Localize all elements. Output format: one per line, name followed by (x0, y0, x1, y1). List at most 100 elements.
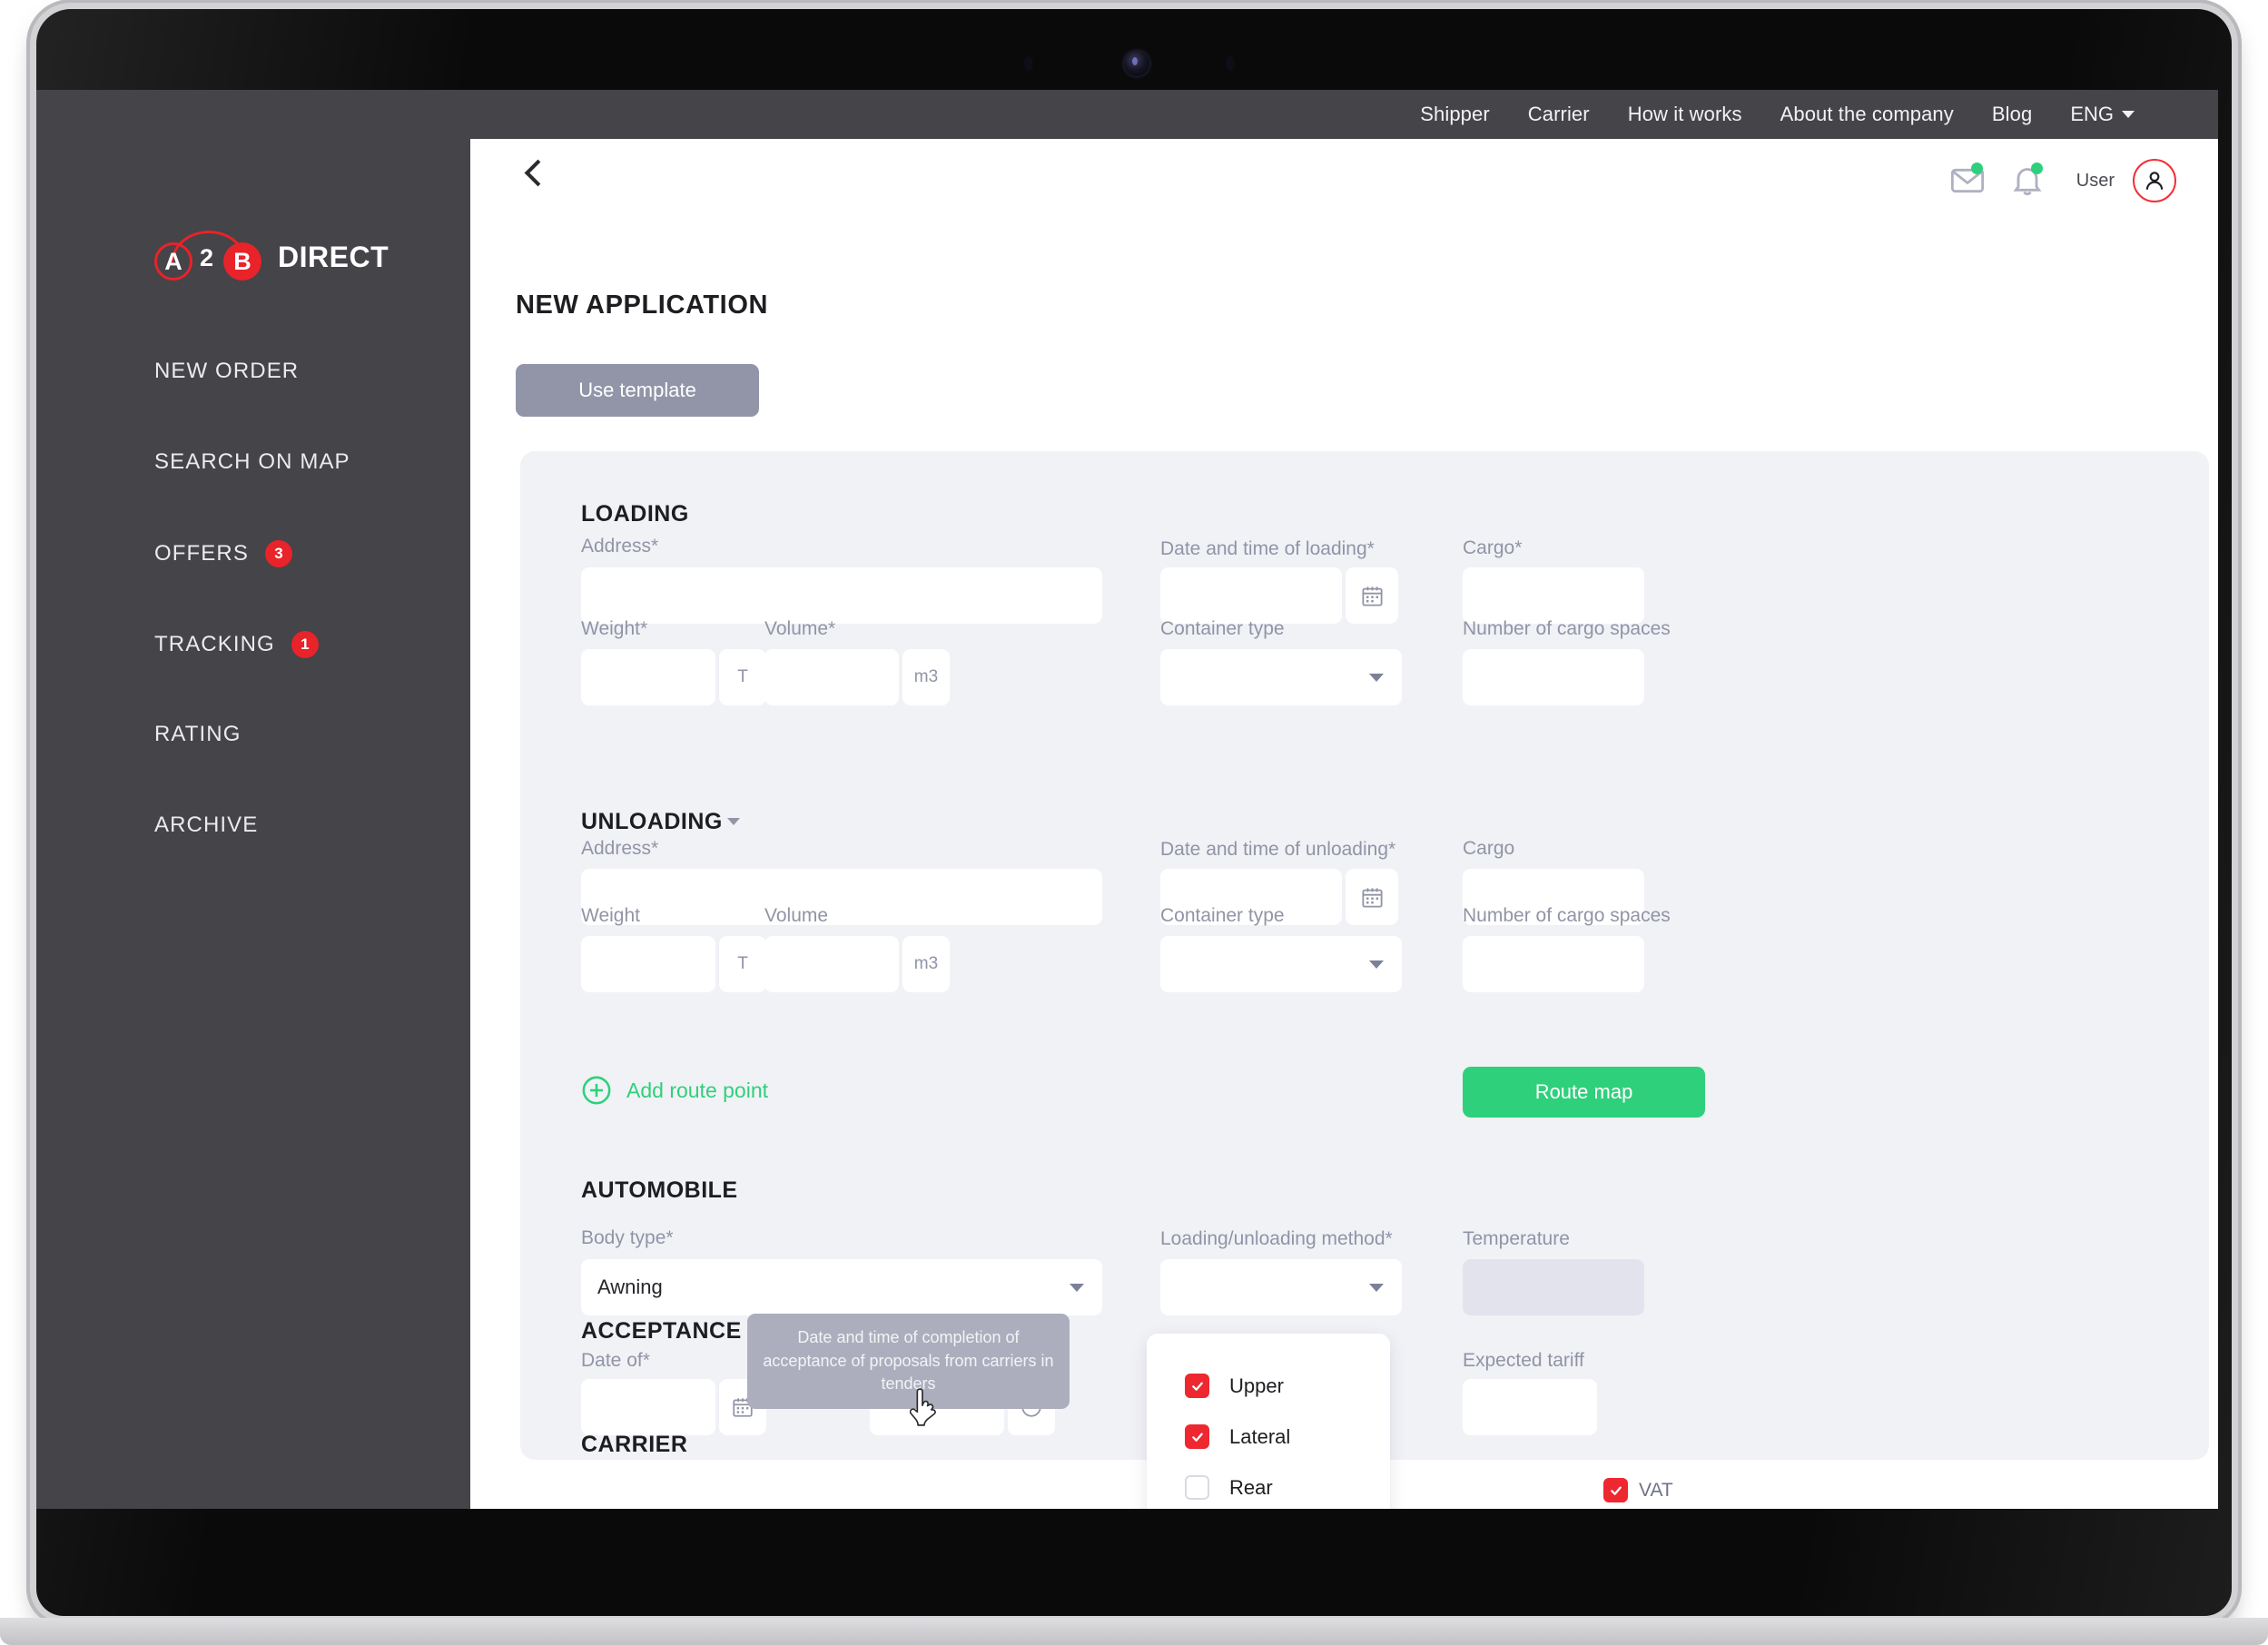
unit-unloading-weight: T (719, 936, 766, 992)
input-loading-volume[interactable] (764, 649, 899, 705)
back-arrow-icon[interactable] (518, 159, 548, 190)
chevron-down-icon (1369, 674, 1384, 682)
checkbox-label-vat: VAT (1639, 1480, 1673, 1502)
input-loading-weight[interactable] (581, 649, 715, 705)
topnav-link-carrier[interactable]: Carrier (1528, 103, 1590, 126)
sidebar: A 2 B DIRECT NEW ORDER SEARCH ON MAP OFF… (36, 90, 470, 1509)
input-loading-address[interactable] (581, 567, 1102, 624)
label-unloading-cargo-spaces: Number of cargo spaces (1463, 905, 1671, 927)
input-unloading-address[interactable] (581, 869, 1102, 925)
unit-loading-volume: m3 (902, 649, 950, 705)
application-form-card: LOADING Address* Date and time of loadin… (520, 451, 2209, 1460)
section-title-unloading-text: UNLOADING (581, 809, 723, 834)
checkbox-rear[interactable] (1185, 1475, 1209, 1500)
screen: Shipper Carrier How it works About the c… (36, 90, 2218, 1509)
logo-wordmark: DIRECT (278, 241, 389, 274)
front-camera-icon (1124, 51, 1149, 76)
add-route-point-button[interactable]: Add route point (581, 1075, 768, 1106)
unit-loading-weight: T (719, 649, 766, 705)
mail-icon[interactable] (1949, 163, 1986, 199)
user-name-label: User (2076, 171, 2115, 192)
bell-unread-dot (2031, 163, 2043, 174)
select-loading-container-type[interactable] (1160, 649, 1402, 705)
label-loading-cargo: Cargo* (1463, 537, 1522, 559)
language-selector-label: ENG (2070, 103, 2114, 126)
label-unloading-cargo: Cargo (1463, 838, 1514, 860)
input-temperature[interactable] (1463, 1259, 1644, 1315)
logo-letter-b: B (223, 242, 261, 281)
vat-checkbox-row[interactable]: VAT (1603, 1478, 1673, 1502)
avatar[interactable] (2133, 159, 2176, 202)
sidebar-item-search-on-map[interactable]: SEARCH ON MAP (154, 449, 350, 475)
chevron-down-icon (2122, 111, 2135, 118)
select-body-type-value: Awning (597, 1276, 663, 1299)
chevron-down-icon (1369, 960, 1384, 969)
unit-unloading-volume: m3 (902, 936, 950, 992)
label-unloading-container-type: Container type (1160, 905, 1285, 927)
sidebar-item-new-order[interactable]: NEW ORDER (154, 359, 299, 384)
section-title-automobile: AUTOMOBILE (581, 1177, 738, 1204)
input-loading-cargo[interactable] (1463, 567, 1644, 624)
label-body-type: Body type* (581, 1227, 674, 1249)
select-body-type[interactable]: Awning (581, 1259, 1102, 1315)
language-selector[interactable]: ENG (2070, 103, 2135, 126)
section-title-carrier: CARRIER (581, 1432, 687, 1458)
topnav-link-about-the-company[interactable]: About the company (1780, 103, 1954, 126)
checkbox-row-upper[interactable]: Upper (1185, 1374, 1284, 1398)
sidebar-item-label: OFFERS (154, 541, 249, 566)
label-unloading-datetime: Date and time of unloading* (1160, 839, 1395, 861)
checkbox-vat[interactable] (1603, 1478, 1628, 1502)
logo[interactable]: A 2 B DIRECT (154, 233, 389, 281)
sidebar-item-offers[interactable]: OFFERS 3 (154, 540, 292, 567)
input-unloading-cargo-spaces[interactable] (1463, 936, 1644, 992)
input-expected-tariff[interactable] (1463, 1379, 1597, 1435)
chevron-down-icon[interactable] (727, 818, 740, 825)
input-unloading-volume[interactable] (764, 936, 899, 992)
checkbox-row-rear[interactable]: Rear (1185, 1475, 1273, 1500)
label-unloading-address: Address* (581, 838, 658, 860)
input-date-of[interactable] (581, 1379, 715, 1435)
select-unloading-container-type[interactable] (1160, 936, 1402, 992)
checkbox-label-upper: Upper (1229, 1374, 1284, 1398)
topnav-link-shipper[interactable]: Shipper (1420, 103, 1490, 126)
sidebar-item-rating[interactable]: RATING (154, 722, 242, 747)
label-loading-unloading-method: Loading/unloading method* (1160, 1228, 1393, 1250)
sidebar-item-label: ARCHIVE (154, 813, 258, 838)
page-title: NEW APPLICATION (516, 291, 768, 320)
logo-letter-a: A (154, 242, 192, 281)
loading-unloading-method-dropdown-panel: Upper Lateral Rear Apply (1147, 1334, 1390, 1509)
mouse-pointer-hand-icon (906, 1388, 942, 1430)
input-loading-datetime[interactable] (1160, 567, 1342, 624)
input-loading-cargo-spaces[interactable] (1463, 649, 1644, 705)
user-zone: User (1926, 159, 2176, 202)
route-map-button[interactable]: Route map (1463, 1067, 1705, 1118)
calendar-icon-unloading[interactable] (1346, 869, 1398, 925)
logo-mark-icon: A 2 B (154, 233, 265, 281)
label-date-of: Date of* (581, 1350, 650, 1372)
use-template-button[interactable]: Use template (516, 364, 759, 417)
input-unloading-weight[interactable] (581, 936, 715, 992)
section-title-unloading: UNLOADING (581, 809, 740, 835)
label-unloading-weight: Weight (581, 905, 640, 927)
offers-badge: 3 (265, 540, 292, 567)
calendar-icon-loading[interactable] (1346, 567, 1398, 624)
camera-cluster (944, 44, 1326, 84)
sidebar-item-archive[interactable]: ARCHIVE (154, 813, 258, 838)
label-loading-weight: Weight* (581, 618, 647, 640)
label-loading-datetime: Date and time of loading* (1160, 538, 1375, 560)
logo-digit-2: 2 (200, 244, 213, 272)
sidebar-item-tracking[interactable]: TRACKING 1 (154, 631, 319, 658)
label-temperature: Temperature (1463, 1228, 1570, 1250)
mail-unread-dot (1971, 163, 1983, 174)
bell-icon[interactable] (2009, 163, 2046, 199)
sidebar-item-label: NEW ORDER (154, 359, 299, 384)
tracking-badge: 1 (291, 631, 319, 658)
label-unloading-volume: Volume (764, 905, 828, 927)
topnav-link-blog[interactable]: Blog (1992, 103, 2032, 126)
topnav-link-how-it-works[interactable]: How it works (1628, 103, 1742, 126)
checkbox-label-lateral: Lateral (1229, 1425, 1290, 1449)
select-loading-unloading-method[interactable] (1160, 1259, 1402, 1315)
checkbox-upper[interactable] (1185, 1374, 1209, 1398)
checkbox-row-lateral[interactable]: Lateral (1185, 1424, 1290, 1449)
checkbox-lateral[interactable] (1185, 1424, 1209, 1449)
